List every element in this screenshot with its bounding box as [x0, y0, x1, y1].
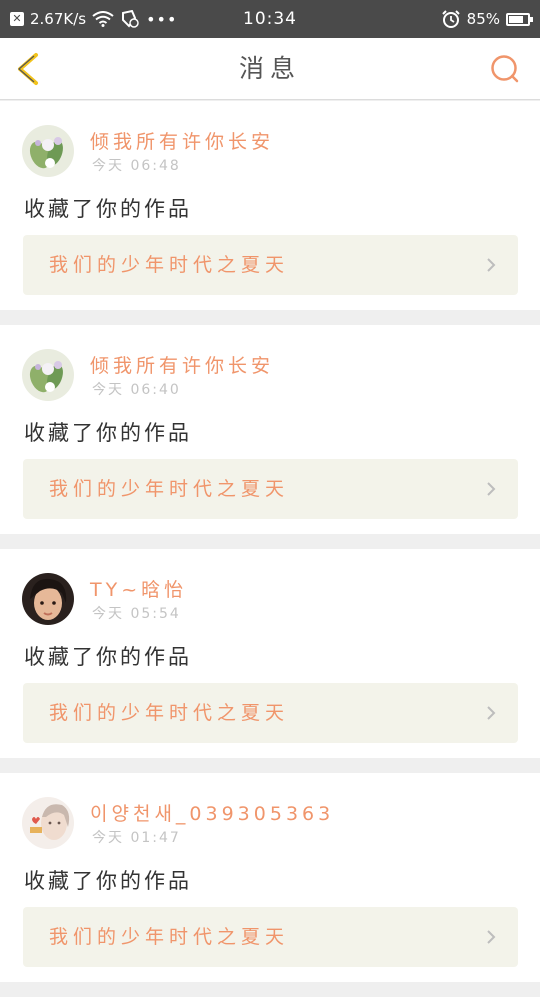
flower-avatar-icon — [22, 349, 74, 401]
page-title: 消息 — [238, 54, 301, 83]
work-title: 我们的少年时代之夏天 — [49, 702, 290, 724]
work-link[interactable]: 我们的少年时代之夏天 — [23, 907, 518, 967]
work-link[interactable]: 我们的少年时代之夏天 — [23, 683, 518, 743]
status-left: ✕ 2.67K/s ••• — [10, 10, 177, 29]
search-icon[interactable] — [490, 54, 520, 84]
battery-fill — [509, 15, 523, 23]
chevron-right-icon — [487, 930, 496, 944]
timestamp: 今天 06:48 — [92, 158, 181, 174]
message-list: 倾我所有许你长安 今天 06:48 收藏了你的作品 我们的少年时代之夏天 倾我所… — [0, 101, 540, 997]
status-right: 85% — [441, 9, 533, 29]
nav-bar: 消息 — [0, 38, 540, 100]
username[interactable]: TY~晗怡 — [90, 575, 187, 602]
work-link[interactable]: 我们的少年时代之夏天 — [23, 235, 518, 295]
battery-percent: 85% — [466, 10, 500, 28]
chevron-right-icon — [487, 706, 496, 720]
network-speed: 2.67K/s — [30, 10, 87, 28]
light-portrait-avatar-icon — [22, 797, 74, 849]
message-card: 이양천새_039305363 今天 01:47 收藏了你的作品 我们的少年时代之… — [0, 773, 540, 982]
message-card: TY~晗怡 今天 05:54 收藏了你的作品 我们的少年时代之夏天 — [0, 549, 540, 758]
action-text: 收藏了你的作品 — [24, 869, 192, 893]
shield-icon — [122, 10, 139, 28]
chevron-right-icon — [487, 258, 496, 272]
work-title: 我们的少年时代之夏天 — [49, 478, 290, 500]
status-bar: ✕ 2.67K/s ••• 10:34 85% — [0, 0, 540, 38]
avatar[interactable] — [22, 125, 74, 177]
flower-avatar-icon — [22, 125, 74, 177]
close-box-icon: ✕ — [10, 12, 24, 26]
work-title: 我们的少年时代之夏天 — [49, 254, 290, 276]
more-dots-icon: ••• — [146, 9, 178, 29]
action-text: 收藏了你的作品 — [24, 645, 192, 669]
alarm-icon — [441, 10, 460, 28]
avatar[interactable] — [22, 573, 74, 625]
avatar[interactable] — [22, 349, 74, 401]
timestamp: 今天 05:54 — [92, 606, 181, 622]
wifi-icon — [92, 11, 114, 27]
timestamp: 今天 06:40 — [92, 382, 181, 398]
message-card: 倾我所有许你长安 今天 06:48 收藏了你的作品 我们的少年时代之夏天 — [0, 101, 540, 310]
username[interactable]: 倾我所有许你长安 — [90, 127, 274, 154]
username[interactable]: 倾我所有许你长安 — [90, 351, 274, 378]
chevron-right-icon — [487, 482, 496, 496]
battery-icon — [506, 12, 533, 26]
work-title: 我们的少年时代之夏天 — [49, 926, 290, 948]
work-link[interactable]: 我们的少年时代之夏天 — [23, 459, 518, 519]
username[interactable]: 이양천새_039305363 — [90, 799, 334, 826]
action-text: 收藏了你的作品 — [24, 197, 192, 221]
portrait-avatar-icon — [22, 573, 74, 625]
timestamp: 今天 01:47 — [92, 830, 181, 846]
avatar[interactable] — [22, 797, 74, 849]
message-card: 倾我所有许你长安 今天 06:40 收藏了你的作品 我们的少年时代之夏天 — [0, 325, 540, 534]
action-text: 收藏了你的作品 — [24, 421, 192, 445]
